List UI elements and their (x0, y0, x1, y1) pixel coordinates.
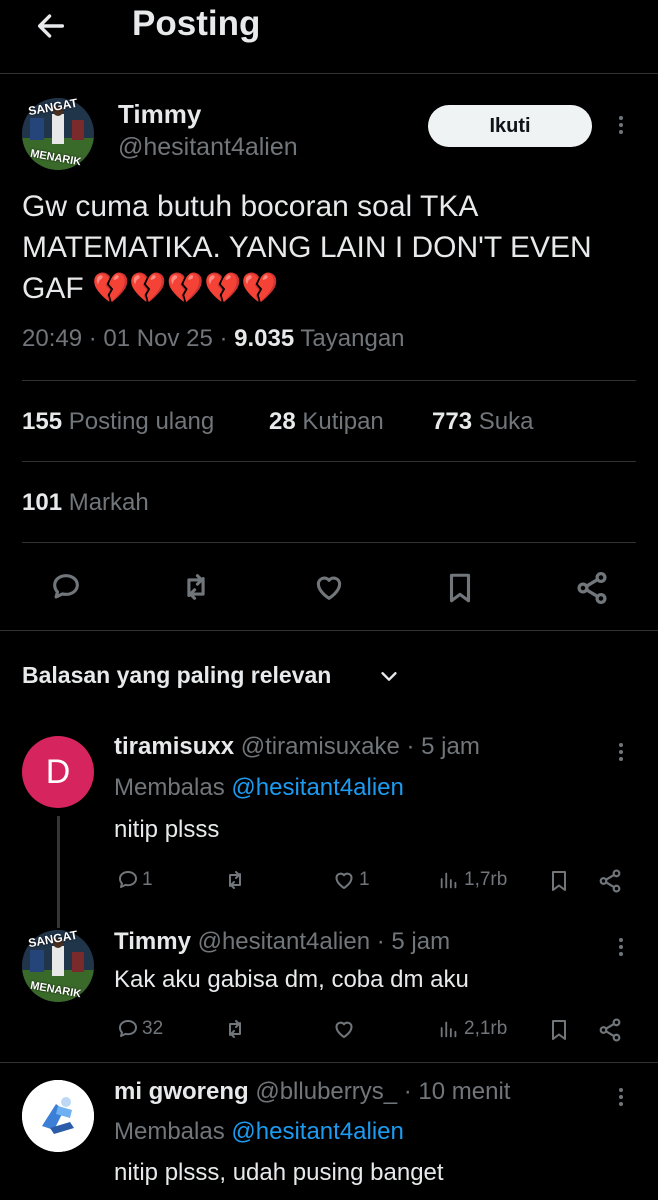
views-icon[interactable]: 1,7rb (438, 868, 507, 892)
reply-avatar[interactable] (22, 1080, 94, 1152)
reply-author-handle[interactable]: @tiramisuxake (241, 733, 400, 760)
quotes-count: 28 (269, 408, 296, 435)
views-icon[interactable]: 2,1rb (438, 1017, 507, 1041)
back-arrow-icon[interactable] (34, 9, 68, 43)
reply-header: mi gworeng @blluberrys_ · 10 menit (114, 1078, 510, 1106)
like-icon[interactable] (331, 1017, 357, 1041)
share-icon[interactable] (597, 1017, 623, 1043)
reposts-count: 155 (22, 408, 63, 435)
reply-author-name[interactable]: mi gworeng (114, 1078, 249, 1105)
bookmark-icon[interactable] (443, 570, 477, 606)
divider (22, 461, 636, 462)
reply-text: Kak aku gabisa dm, coba dm aku (114, 966, 469, 993)
more-options-icon[interactable] (619, 935, 625, 959)
more-options-icon[interactable] (619, 1085, 625, 1109)
share-icon[interactable] (597, 868, 623, 894)
quotes-stat[interactable]: 28 Kutipan (269, 408, 384, 436)
like-count: 1 (359, 869, 370, 890)
replying-to-handle[interactable]: @hesitant4alien (231, 774, 403, 801)
views-count: 2,1rb (464, 1018, 508, 1039)
bookmarks-count: 101 (22, 489, 63, 516)
reposts-stat[interactable]: 155 Posting ulang (22, 408, 214, 436)
reply-count: 32 (142, 1018, 164, 1039)
avatar-letter: D (45, 752, 71, 791)
reply-author-handle[interactable]: @blluberrys_ (255, 1078, 397, 1105)
more-options-icon[interactable] (619, 113, 625, 137)
replying-prefix: Membalas (114, 1118, 225, 1145)
replying-to: Membalas @hesitant4alien (114, 1118, 404, 1146)
chevron-down-icon[interactable] (378, 665, 400, 687)
replying-to-handle[interactable]: @hesitant4alien (231, 1118, 403, 1145)
divider (22, 542, 636, 543)
bookmark-icon[interactable] (547, 1017, 571, 1043)
author-name[interactable]: Timmy (118, 99, 201, 130)
bookmarks-stat[interactable]: 101 Markah (22, 489, 149, 517)
thread-line (57, 816, 60, 928)
replies-sort-label[interactable]: Balasan yang paling relevan (22, 662, 331, 689)
divider (22, 380, 636, 381)
reply-icon[interactable] (49, 570, 83, 604)
replying-to: Membalas @hesitant4alien (114, 774, 404, 802)
reply-icon[interactable]: 1 (116, 868, 153, 892)
reply-time: · 5 jam (376, 928, 451, 955)
header-divider (0, 73, 658, 74)
likes-count: 773 (432, 408, 473, 435)
repost-icon[interactable] (222, 868, 248, 892)
replying-prefix: Membalas (114, 774, 225, 801)
quotes-label: Kutipan (302, 408, 384, 435)
reply-author-name[interactable]: tiramisuxx (114, 733, 234, 760)
page-title: Posting (132, 4, 261, 43)
author-handle[interactable]: @hesitant4alien (118, 133, 298, 162)
reply-text: nitip plsss (114, 816, 220, 843)
reply-header: tiramisuxx @tiramisuxake · 5 jam (114, 733, 480, 761)
reply-time: · 5 jam (406, 733, 480, 760)
reply-avatar[interactable]: D (22, 736, 94, 808)
more-options-icon[interactable] (619, 740, 625, 764)
likes-stat[interactable]: 773 Suka (432, 408, 533, 436)
likes-label: Suka (478, 408, 534, 435)
repost-icon[interactable] (178, 570, 214, 604)
reply-count: 1 (142, 869, 153, 890)
reply-icon[interactable]: 32 (116, 1017, 163, 1041)
reply-time: · 10 menit (403, 1078, 511, 1105)
repost-icon[interactable] (222, 1017, 248, 1041)
post-meta: 20:49 · 01 Nov 25 · 9.035 Tayangan (22, 325, 405, 353)
post-text: Gw cuma butuh bocoran soal TKA MATEMATIK… (22, 190, 592, 305)
bookmark-icon[interactable] (547, 868, 571, 894)
divider (0, 1062, 658, 1063)
reply-text: nitip plsss, udah pusing banget (114, 1159, 444, 1186)
divider (0, 630, 658, 631)
reply-header: Timmy @hesitant4alien · 5 jam (114, 928, 450, 956)
reply-author-name[interactable]: Timmy (114, 928, 191, 955)
follow-button[interactable]: Ikuti (428, 105, 592, 147)
share-icon[interactable] (574, 570, 610, 606)
reposts-label: Posting ulang (68, 408, 215, 435)
like-icon[interactable]: 1 (331, 868, 370, 892)
bookmarks-label: Markah (68, 489, 149, 516)
views-count: 9.035 (234, 325, 295, 352)
views-count: 1,7rb (464, 869, 508, 890)
views-label: Tayangan (300, 325, 405, 352)
reply-author-handle[interactable]: @hesitant4alien (198, 928, 370, 955)
like-icon[interactable] (311, 570, 347, 604)
post-time[interactable]: 20:49 · 01 Nov 25 · (22, 325, 227, 352)
